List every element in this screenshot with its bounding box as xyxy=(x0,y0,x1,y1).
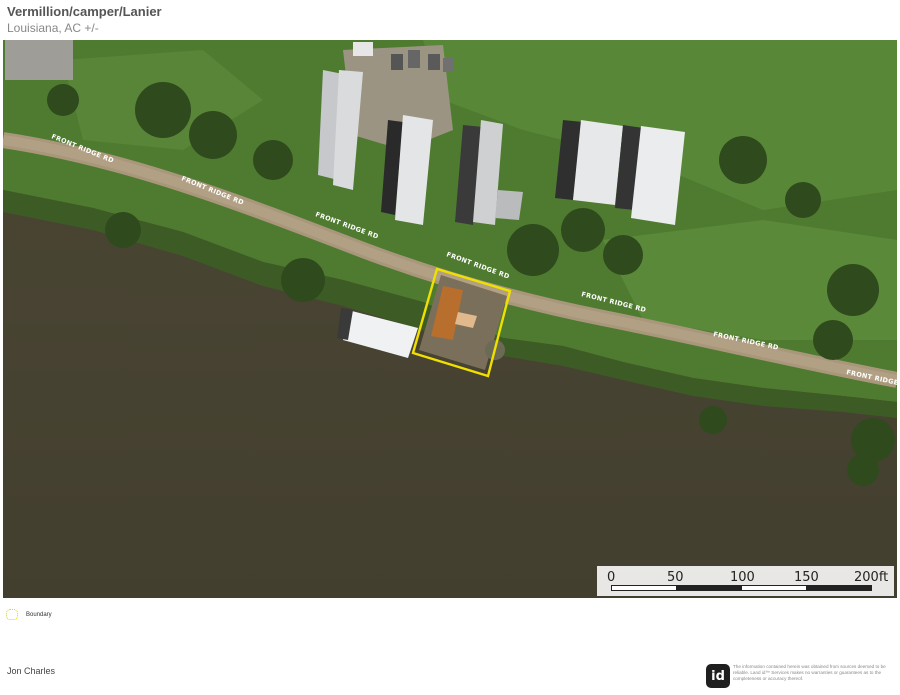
legend-label-boundary: Boundary xyxy=(26,611,52,618)
scale-segment xyxy=(741,585,807,591)
scale-label-50: 50 xyxy=(667,570,684,585)
land-id-logo-icon: id xyxy=(706,664,730,688)
scale-segment xyxy=(806,585,872,591)
agent-name: Jon Charles xyxy=(7,666,56,676)
scale-segment xyxy=(676,585,742,591)
map-report-page: Vermillion/camper/Lanier Louisiana, AC +… xyxy=(0,0,900,695)
page-title: Vermillion/camper/Lanier xyxy=(7,4,162,19)
disclaimer-text: The information contained herein was obt… xyxy=(733,664,886,681)
scale-segment xyxy=(611,585,677,591)
scale-label-200ft: 200ft xyxy=(854,570,889,585)
scale-bar: 0 50 100 150 200ft xyxy=(597,566,894,596)
scale-label-0: 0 xyxy=(607,570,616,585)
scale-label-100: 100 xyxy=(730,570,755,585)
map-legend: Boundary xyxy=(6,609,52,620)
page-subtitle: Louisiana, AC +/- xyxy=(7,21,99,35)
satellite-map[interactable]: FRONT RIDGE RD FRONT RIDGE RD FRONT RIDG… xyxy=(3,40,897,598)
scale-label-150: 150 xyxy=(794,570,819,585)
map-canvas: FRONT RIDGE RD FRONT RIDGE RD FRONT RIDG… xyxy=(3,40,897,598)
boundary-swatch-icon xyxy=(6,609,18,620)
